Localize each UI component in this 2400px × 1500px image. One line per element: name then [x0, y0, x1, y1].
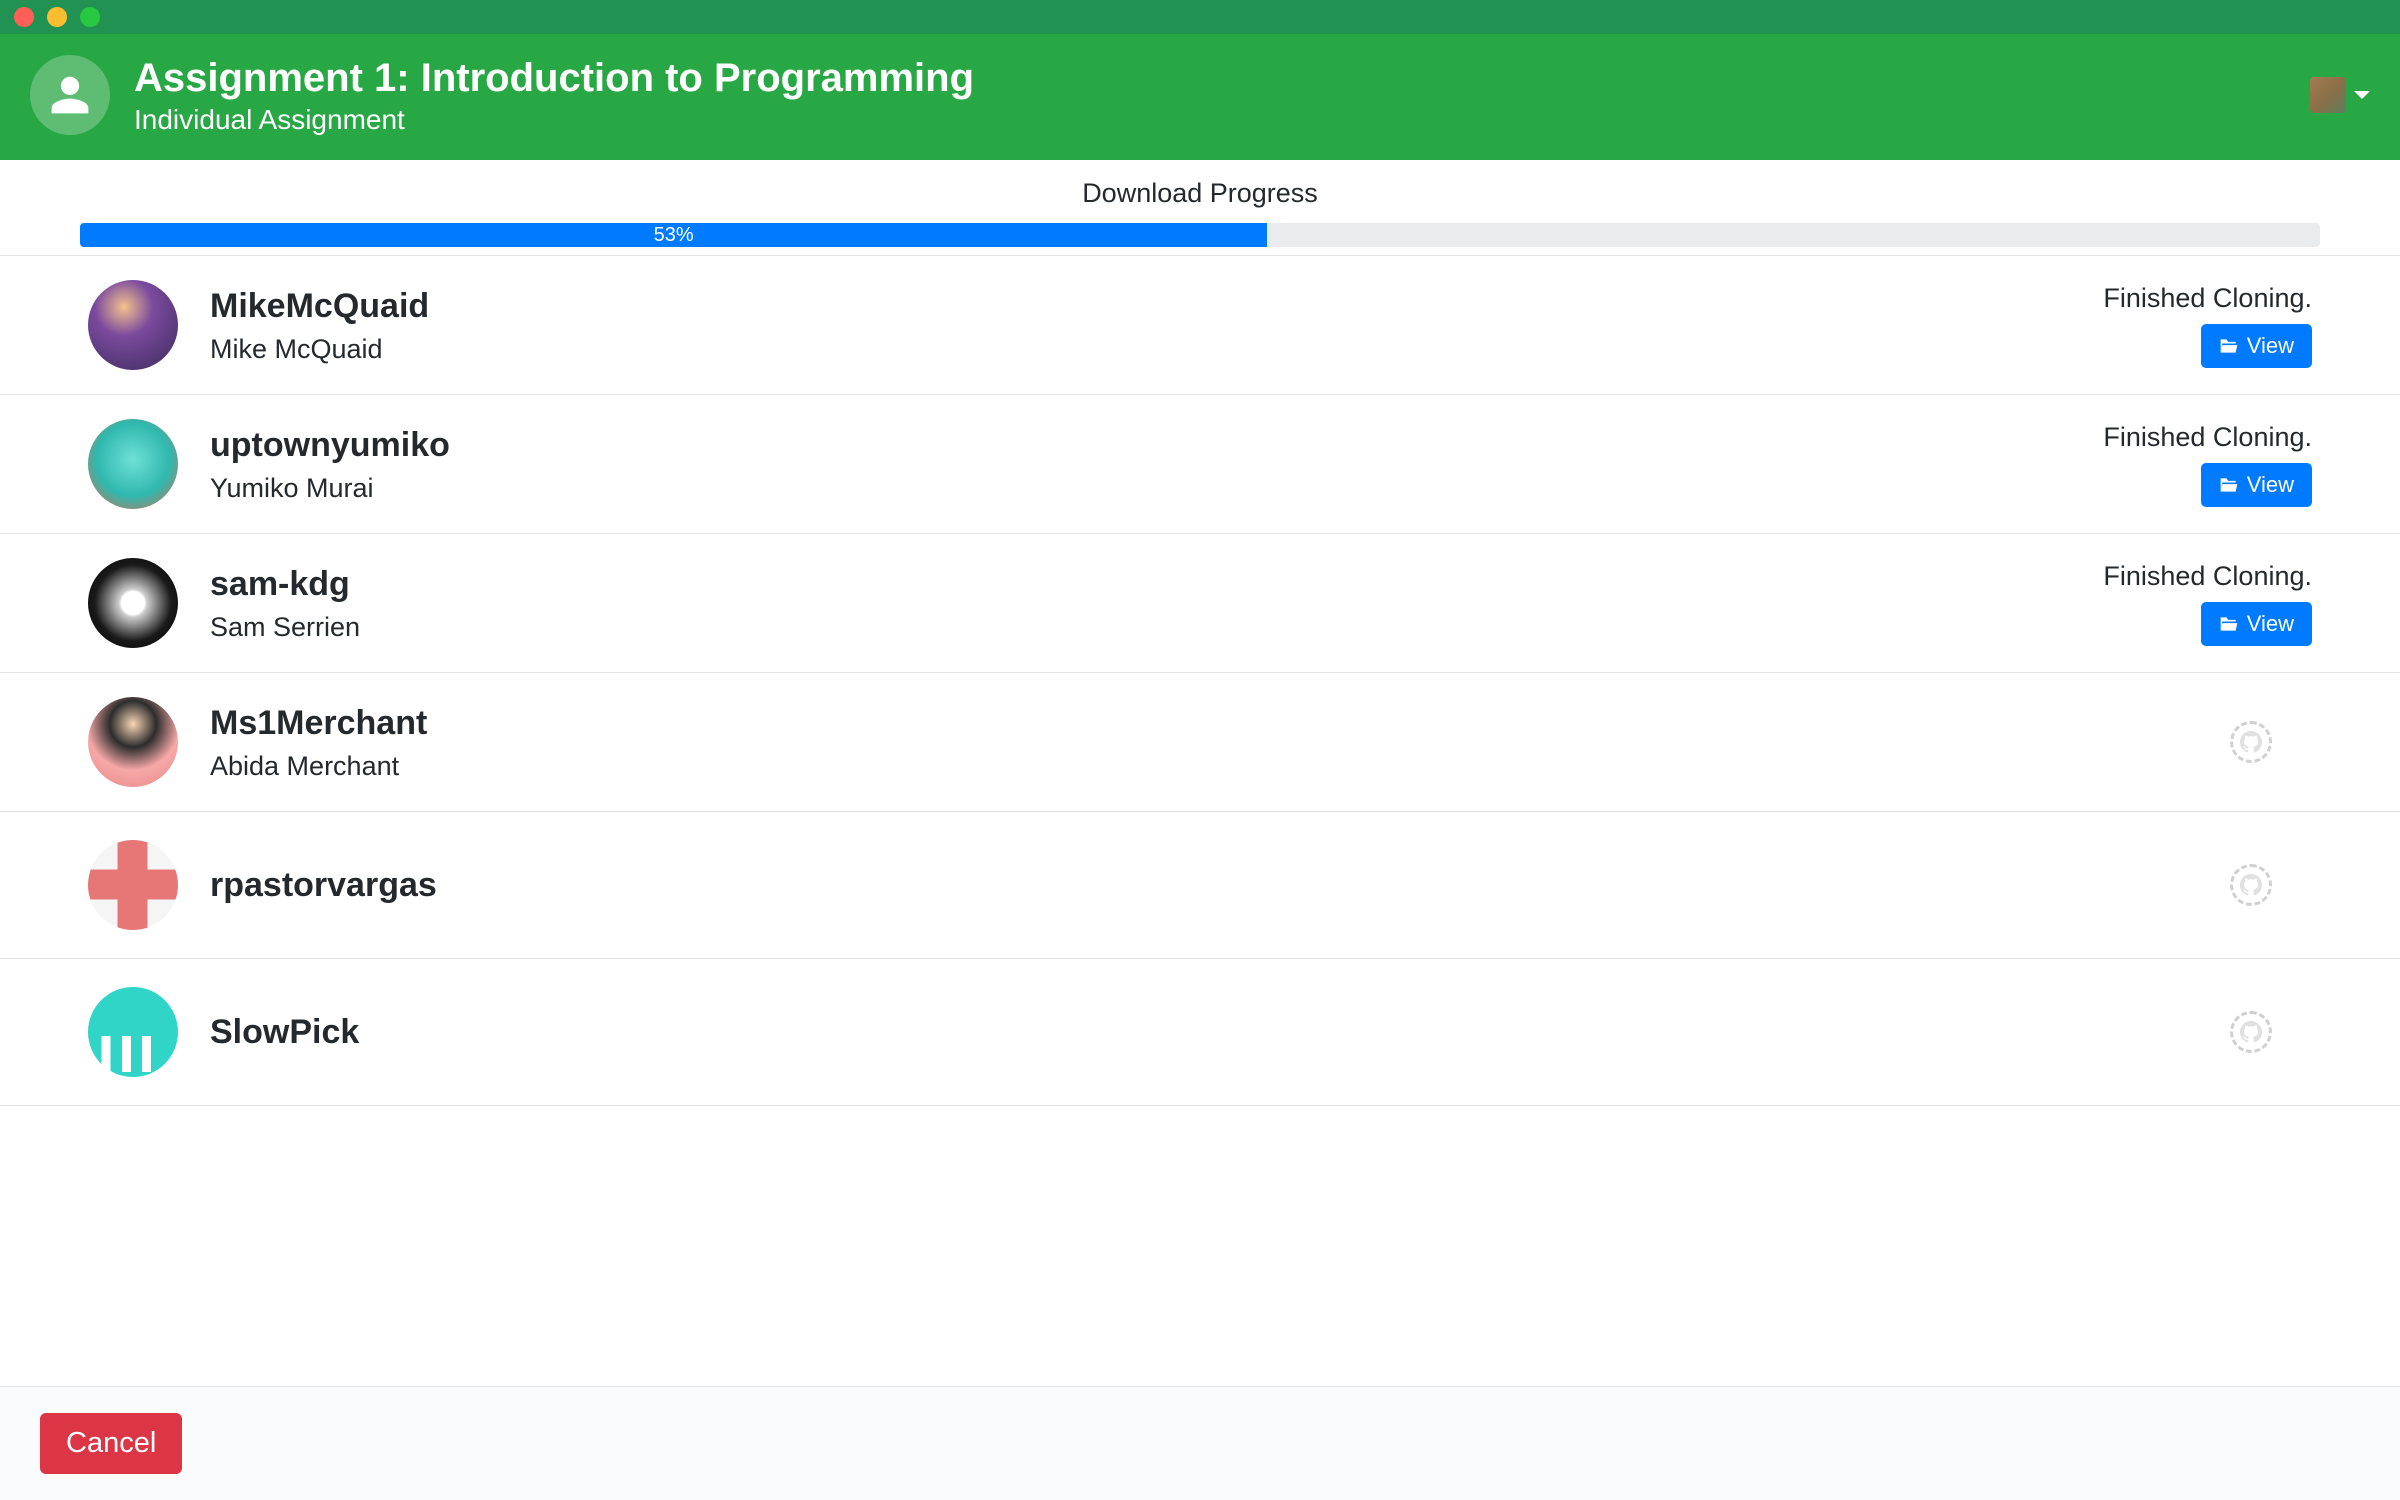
student-info: SlowPick: [210, 1011, 2020, 1054]
student-fullname: Sam Serrien: [210, 612, 2020, 643]
download-progress-section: Download Progress 53%: [0, 160, 2400, 256]
student-info: Ms1Merchant Abida Merchant: [210, 702, 2020, 782]
student-avatar: [88, 280, 178, 370]
progress-bar: 53%: [80, 223, 2320, 247]
main-content: Download Progress 53% MikeMcQuaid Mike M…: [0, 160, 2400, 1106]
student-status: Finished Cloning. View: [2052, 561, 2312, 646]
person-icon: [48, 73, 92, 117]
view-button-label: View: [2247, 333, 2294, 359]
folder-open-icon: [2219, 476, 2239, 494]
student-username: rpastorvargas: [210, 864, 2020, 907]
student-fullname: Yumiko Murai: [210, 473, 2020, 504]
loading-spinner-icon: [2230, 864, 2272, 906]
assignment-header: Assignment 1: Introduction to Programmin…: [0, 34, 2400, 160]
header-text-block: Assignment 1: Introduction to Programmin…: [134, 54, 2286, 136]
window-maximize-button[interactable]: [80, 7, 100, 27]
cancel-button[interactable]: Cancel: [40, 1413, 182, 1474]
student-row: SlowPick: [0, 959, 2400, 1106]
footer-bar: Cancel: [0, 1386, 2400, 1500]
view-button-label: View: [2247, 472, 2294, 498]
student-fullname: Abida Merchant: [210, 751, 2020, 782]
student-status: [2052, 864, 2312, 906]
window-minimize-button[interactable]: [47, 7, 67, 27]
user-menu[interactable]: [2310, 77, 2370, 113]
student-avatar: [88, 419, 178, 509]
progress-bar-fill: 53%: [80, 223, 1267, 247]
student-row: rpastorvargas: [0, 812, 2400, 959]
student-avatar: [88, 558, 178, 648]
student-status: Finished Cloning. View: [2052, 283, 2312, 368]
student-avatar: [88, 697, 178, 787]
student-status: [2052, 721, 2312, 763]
student-info: sam-kdg Sam Serrien: [210, 563, 2020, 643]
student-row: MikeMcQuaid Mike McQuaid Finished Clonin…: [0, 256, 2400, 395]
cancel-button-label: Cancel: [66, 1427, 156, 1459]
student-username: Ms1Merchant: [210, 702, 2020, 745]
view-button[interactable]: View: [2201, 602, 2312, 646]
status-text: Finished Cloning.: [2103, 283, 2312, 314]
status-text: Finished Cloning.: [2103, 422, 2312, 453]
student-list: MikeMcQuaid Mike McQuaid Finished Clonin…: [0, 256, 2400, 1106]
page-title: Assignment 1: Introduction to Programmin…: [134, 54, 2286, 102]
user-avatar: [2310, 77, 2346, 113]
student-status: Finished Cloning. View: [2052, 422, 2312, 507]
student-avatar: [88, 987, 178, 1077]
window-close-button[interactable]: [14, 7, 34, 27]
student-row: sam-kdg Sam Serrien Finished Cloning. Vi…: [0, 534, 2400, 673]
folder-open-icon: [2219, 337, 2239, 355]
view-button-label: View: [2247, 611, 2294, 637]
student-fullname: Mike McQuaid: [210, 334, 2020, 365]
folder-open-icon: [2219, 615, 2239, 633]
page-subtitle: Individual Assignment: [134, 104, 2286, 136]
view-button[interactable]: View: [2201, 324, 2312, 368]
loading-spinner-icon: [2230, 721, 2272, 763]
student-avatar: [88, 840, 178, 930]
status-text: Finished Cloning.: [2103, 561, 2312, 592]
progress-label: Download Progress: [80, 178, 2320, 209]
student-username: SlowPick: [210, 1011, 2020, 1054]
caret-down-icon: [2354, 91, 2370, 99]
student-info: MikeMcQuaid Mike McQuaid: [210, 285, 2020, 365]
student-username: MikeMcQuaid: [210, 285, 2020, 328]
student-row: Ms1Merchant Abida Merchant: [0, 673, 2400, 812]
student-info: rpastorvargas: [210, 864, 2020, 907]
student-row: uptownyumiko Yumiko Murai Finished Cloni…: [0, 395, 2400, 534]
window-titlebar: [0, 0, 2400, 34]
view-button[interactable]: View: [2201, 463, 2312, 507]
loading-spinner-icon: [2230, 1011, 2272, 1053]
assignment-avatar-placeholder: [30, 55, 110, 135]
student-info: uptownyumiko Yumiko Murai: [210, 424, 2020, 504]
progress-percent-text: 53%: [654, 224, 694, 247]
student-status: [2052, 1011, 2312, 1053]
student-username: sam-kdg: [210, 563, 2020, 606]
student-username: uptownyumiko: [210, 424, 2020, 467]
